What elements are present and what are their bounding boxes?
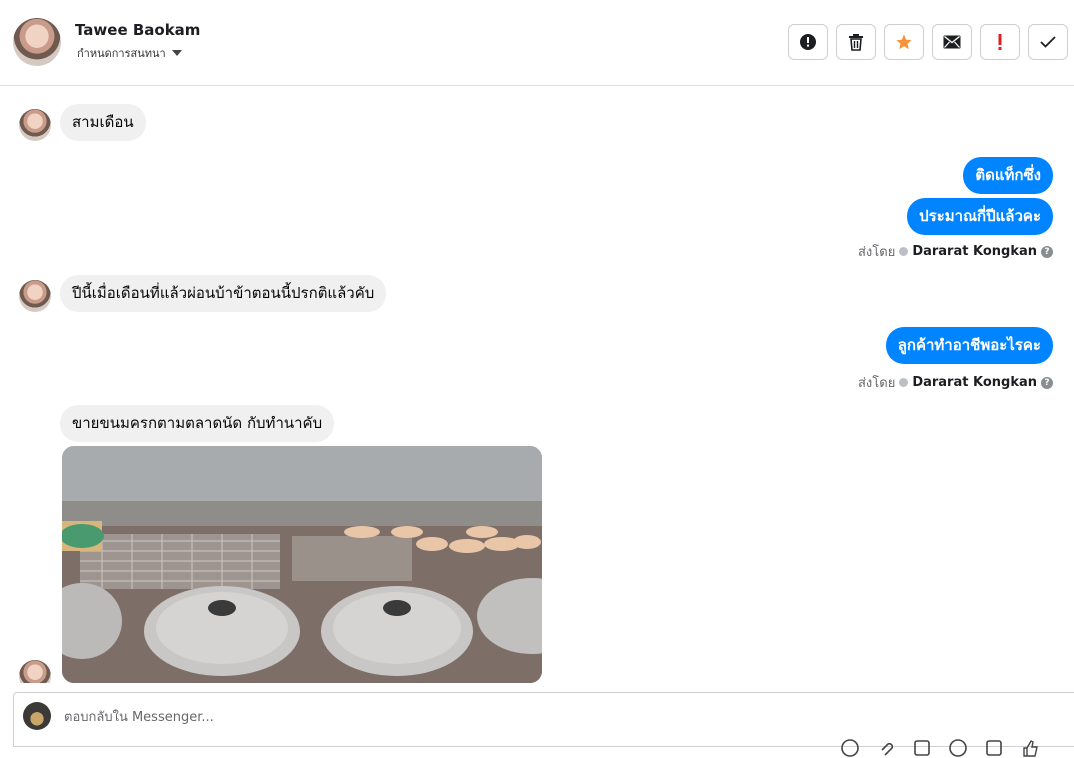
contact-avatar-small xyxy=(19,660,51,683)
alert-circle-icon xyxy=(800,34,816,50)
gif-icon[interactable] xyxy=(984,738,1004,758)
incoming-message[interactable]: ขายขนมครกตามตลาดนัด กับทำนาคับ xyxy=(60,405,335,442)
follow-up-button[interactable] xyxy=(980,24,1020,60)
exclamation-icon xyxy=(998,34,1002,50)
reply-toolbar xyxy=(840,738,1040,758)
emoji-icon[interactable] xyxy=(840,738,860,758)
contact-avatar-small xyxy=(19,109,51,141)
help-icon[interactable]: ? xyxy=(1041,245,1053,258)
sent-by-agent[interactable]: Dararat Kongkan xyxy=(912,244,1037,259)
incoming-message[interactable]: ปีนี้เมื่อเดือนที่แล้วผ่อนบ้าข้าตอนนี้ปร… xyxy=(60,275,387,312)
header-actions xyxy=(788,24,1068,60)
message-thread[interactable]: สามเดือน ติดแท็กซึ่ง ประมาณกี่ปีแล้วคะ ส… xyxy=(0,87,1074,683)
smile-icon[interactable] xyxy=(948,738,968,758)
saved-reply-icon[interactable] xyxy=(912,738,932,758)
sent-by-agent[interactable]: Dararat Kongkan xyxy=(912,375,1037,390)
star-icon xyxy=(896,34,912,50)
check-icon xyxy=(1040,36,1056,48)
page-avatar xyxy=(23,702,51,730)
outgoing-message[interactable]: ลูกค้าทำอาชีพอะไรคะ xyxy=(885,327,1053,364)
attach-icon[interactable] xyxy=(876,738,896,758)
delete-button[interactable] xyxy=(836,24,876,60)
agent-status-icon xyxy=(899,378,909,387)
photo-image xyxy=(62,446,542,683)
sent-by-info: ส่งโดย Dararat Kongkan ? xyxy=(858,372,1053,393)
star-button[interactable] xyxy=(884,24,924,60)
mark-done-button[interactable] xyxy=(1028,24,1068,60)
assign-label: กำหนดการสนทนา xyxy=(77,47,166,60)
mark-unread-button[interactable] xyxy=(932,24,972,60)
outgoing-message[interactable]: ติดแท็กซึ่ง xyxy=(963,157,1053,194)
contact-avatar-small xyxy=(19,280,51,312)
agent-status-icon xyxy=(899,247,909,256)
photo-attachment[interactable] xyxy=(62,446,542,683)
caret-down-icon xyxy=(171,50,182,56)
sent-by-prefix: ส่งโดย xyxy=(857,245,896,260)
reply-box xyxy=(13,692,1074,757)
contact-avatar[interactable] xyxy=(13,18,61,66)
incoming-message[interactable]: สามเดือน xyxy=(60,104,146,141)
trash-icon xyxy=(849,34,863,51)
mail-icon xyxy=(943,35,961,49)
mark-spam-button[interactable] xyxy=(788,24,828,60)
outgoing-message[interactable]: ประมาณกี่ปีแล้วคะ xyxy=(907,198,1053,235)
sent-by-info: ส่งโดย Dararat Kongkan ? xyxy=(858,241,1053,262)
reply-input[interactable] xyxy=(62,702,766,732)
sent-by-prefix: ส่งโดย xyxy=(857,376,896,391)
conversation-header: Tawee Baokam กำหนดการสนทนา xyxy=(0,0,1074,86)
assign-conversation-dropdown[interactable]: กำหนดการสนทนา xyxy=(77,44,182,62)
help-icon[interactable]: ? xyxy=(1041,376,1053,389)
like-icon[interactable] xyxy=(1020,738,1040,758)
contact-name[interactable]: Tawee Baokam xyxy=(75,21,200,39)
